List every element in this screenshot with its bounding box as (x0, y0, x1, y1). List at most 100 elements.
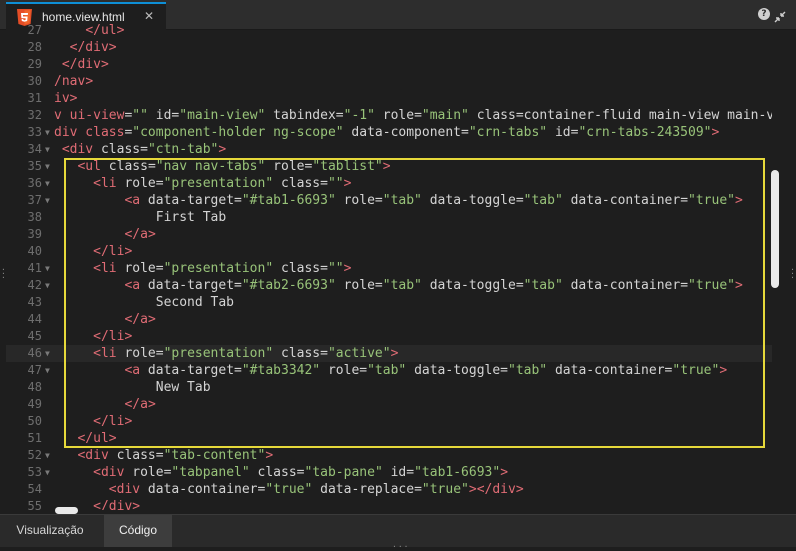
fold-toggle-icon[interactable]: ▼ (45, 158, 50, 175)
code-text: First Tab (54, 210, 227, 225)
code-line[interactable]: 37 ▼ <a data-target="#tab1-6693" role="ta… (6, 192, 772, 209)
code-text: New Tab (54, 380, 211, 395)
code-text: <li role="presentation" class="active"> (93, 346, 399, 361)
code-line[interactable]: 48 New Tab (6, 379, 772, 396)
code-text: <a data-target="#tab1-6693" role="tab" d… (124, 193, 743, 208)
code-text: <li role="presentation" class=""> (93, 176, 352, 191)
code-line[interactable]: 50 </li> (6, 413, 772, 430)
line-number: 55 (27, 499, 42, 510)
code-line[interactable]: 29 </div> (6, 56, 772, 73)
line-number: 54 (27, 482, 42, 496)
code-line[interactable]: 44 </a> (6, 311, 772, 328)
code-text: <div data-container="true" data-replace=… (108, 482, 524, 497)
code-text: </li> (93, 329, 133, 344)
fold-toggle-icon[interactable]: ▼ (45, 362, 50, 379)
code-editor[interactable]: 27 </ul> 28 </div> 29 </div> 30/nav> 31 iv> 32… (6, 22, 772, 510)
code-text: </div> (69, 40, 117, 55)
line-number: 42 (27, 278, 42, 292)
code-line[interactable]: 52 ▼ <div class="tab-content"> (6, 447, 772, 464)
code-text: Second Tab (54, 295, 235, 310)
fold-toggle-icon[interactable]: ▼ (45, 277, 50, 294)
line-number: 45 (27, 329, 42, 343)
code-line[interactable]: 30/nav> (6, 73, 772, 90)
line-number: 53 (27, 465, 42, 479)
left-resize-handle[interactable]: · · · (1, 266, 6, 282)
line-number: 38 (27, 210, 42, 224)
code-text: </li> (93, 414, 133, 429)
code-line[interactable]: 33 ▼ div class="component-holder ng-scope"… (6, 124, 772, 141)
code-line[interactable]: 43 Second Tab (6, 294, 772, 311)
code-text: </li> (93, 244, 133, 259)
code-line[interactable]: 32 v ui-view="" id="main-view" tabindex="… (6, 107, 772, 124)
line-number: 43 (27, 295, 42, 309)
line-number: 35 (27, 159, 42, 173)
code-text: </ul> (77, 431, 117, 446)
fold-toggle-icon[interactable]: ▼ (45, 260, 50, 277)
code-text: iv> (54, 91, 78, 106)
code-line[interactable]: 47 ▼ <a data-target="#tab3342" role="tab"… (6, 362, 772, 379)
code-text: <ul class="nav nav-tabs" role="tablist"> (77, 159, 391, 174)
line-number: 39 (27, 227, 42, 241)
line-number: 48 (27, 380, 42, 394)
fold-toggle-icon[interactable]: ▼ (45, 345, 50, 362)
line-number: 51 (27, 431, 42, 445)
code-line[interactable]: 31 iv> (6, 90, 772, 107)
line-number: 47 (27, 363, 42, 377)
code-line[interactable]: 40 </li> (6, 243, 772, 260)
line-number: 50 (27, 414, 42, 428)
fold-toggle-icon[interactable]: ▼ (45, 141, 50, 158)
code-line[interactable]: 51 </ul> (6, 430, 772, 447)
code-line[interactable]: 27 </ul> (6, 22, 772, 39)
code-line[interactable]: 35 ▼ <ul class="nav nav-tabs" role="tabli… (6, 158, 772, 175)
code-text: </a> (124, 397, 156, 412)
line-number: 44 (27, 312, 42, 326)
code-line[interactable]: 42 ▼ <a data-target="#tab2-6693" role="ta… (6, 277, 772, 294)
horizontal-scrollbar-thumb[interactable] (55, 507, 78, 514)
code-line[interactable]: 28 </div> (6, 39, 772, 56)
code-text: div class="component-holder ng-scope" da… (54, 125, 720, 140)
fold-toggle-icon[interactable]: ▼ (45, 447, 50, 464)
code-text: <a data-target="#tab3342" role="tab" dat… (124, 363, 728, 378)
code-text: <div class="tab-content"> (77, 448, 274, 463)
code-text: <div role="tabpanel" class="tab-pane" id… (93, 465, 509, 480)
code-text: <li role="presentation" class=""> (93, 261, 352, 276)
code-text: /nav> (54, 74, 94, 89)
help-icon[interactable]: ? (758, 8, 770, 20)
fold-toggle-icon[interactable]: ▼ (45, 124, 50, 141)
line-number: 40 (27, 244, 42, 258)
line-number: 37 (27, 193, 42, 207)
code-text: </ul> (85, 23, 125, 38)
line-number: 41 (27, 261, 42, 275)
line-number: 46 (27, 346, 42, 360)
vertical-scrollbar-thumb[interactable] (771, 170, 779, 288)
tab-visualizacao[interactable]: Visualização (0, 515, 100, 547)
code-text: </a> (124, 227, 156, 242)
line-number: 36 (27, 176, 42, 190)
code-line[interactable]: 45 </li> (6, 328, 772, 345)
close-icon[interactable]: ✕ (144, 9, 154, 23)
line-number: 52 (27, 448, 42, 462)
line-number: 30 (27, 74, 42, 88)
code-line[interactable]: 34 ▼ <div class="ctn-tab"> (6, 141, 772, 158)
code-line[interactable]: 55 </div> (6, 498, 772, 510)
code-text: v ui-view="" id="main-view" tabindex="-1… (54, 108, 772, 123)
code-line[interactable]: 49 </a> (6, 396, 772, 413)
fold-toggle-icon[interactable]: ▼ (45, 464, 50, 481)
code-line[interactable]: 54 <div data-container="true" data-repla… (6, 481, 772, 498)
code-line[interactable]: 41 ▼ <li role="presentation" class=""> (6, 260, 772, 277)
line-number: 27 (27, 23, 42, 37)
line-number: 28 (27, 40, 42, 54)
line-number: 32 (27, 108, 42, 122)
code-line[interactable]: 38 First Tab (6, 209, 772, 226)
fold-toggle-icon[interactable]: ▼ (45, 175, 50, 192)
right-resize-handle[interactable]: · · · (790, 266, 795, 282)
bottom-tab-bar: Visualização Código ··· (0, 514, 796, 551)
tab-codigo[interactable]: Código (104, 515, 172, 547)
code-line[interactable]: 36 ▼ <li role="presentation" class=""> (6, 175, 772, 192)
code-line[interactable]: 46 ▼ <li role="presentation" class="activ… (6, 345, 772, 362)
collapse-icon[interactable] (774, 8, 786, 23)
line-number: 31 (27, 91, 42, 105)
fold-toggle-icon[interactable]: ▼ (45, 192, 50, 209)
code-line[interactable]: 39 </a> (6, 226, 772, 243)
code-line[interactable]: 53 ▼ <div role="tabpanel" class="tab-pane… (6, 464, 772, 481)
